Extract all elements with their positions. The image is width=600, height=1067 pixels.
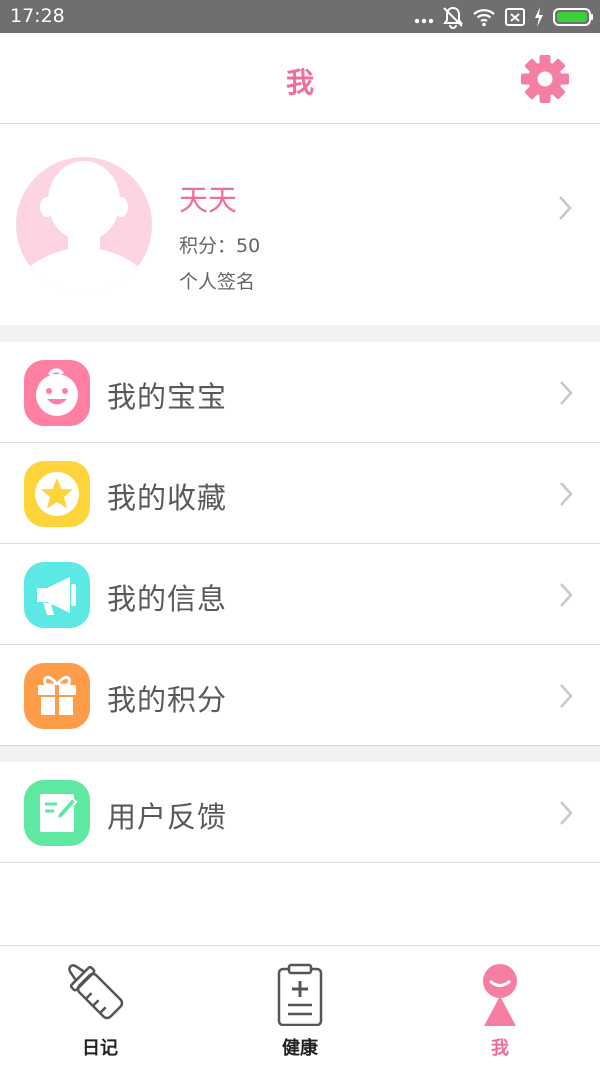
baby-face-icon (24, 360, 90, 426)
profile-card[interactable]: 天天 积分：50 个人签名 (0, 125, 600, 325)
menu-item-label: 我的宝宝 (107, 380, 228, 414)
menu-item-my-favorites[interactable]: 我的收藏 (0, 443, 600, 544)
megaphone-icon (24, 562, 90, 628)
menu-item-label: 我的积分 (107, 683, 228, 717)
battery-icon (552, 5, 594, 29)
menu-item-label: 我的收藏 (107, 481, 228, 515)
tab-label: 我 (491, 1038, 509, 1059)
chevron-right-icon (560, 583, 573, 607)
person-icon (483, 964, 517, 1026)
user-signature: 个人签名 (179, 271, 256, 293)
sim-icon (504, 5, 526, 29)
tab-label: 日记 (82, 1038, 118, 1059)
chevron-right-icon (560, 381, 573, 405)
menu-item-my-points[interactable]: 我的积分 (0, 645, 600, 746)
feedback-note-icon (24, 780, 90, 846)
gear-icon (521, 55, 569, 103)
tab-diary[interactable]: 日记 (0, 946, 200, 1067)
status-bar: 17:28 (0, 0, 600, 33)
mute-icon (442, 5, 464, 29)
status-time: 17:28 (10, 5, 65, 27)
more-dots-icon (414, 5, 434, 29)
menu-item-feedback[interactable]: 用户反馈 (0, 762, 600, 863)
user-name: 天天 (179, 183, 238, 217)
medical-clipboard-icon (277, 963, 323, 1026)
tab-me[interactable]: 我 (400, 946, 600, 1067)
page-title: 我 (285, 66, 314, 99)
tab-health[interactable]: 健康 (200, 946, 400, 1067)
chevron-right-icon (560, 482, 573, 506)
menu-item-my-messages[interactable]: 我的信息 (0, 544, 600, 645)
chevron-right-icon (560, 684, 573, 708)
menu-item-my-baby[interactable]: 我的宝宝 (0, 342, 600, 443)
bottom-tab-bar: 日记 健康 我 (0, 945, 600, 1067)
tab-label: 健康 (282, 1038, 318, 1059)
header: 我 (0, 33, 600, 124)
default-avatar-icon (16, 161, 152, 293)
charging-icon (534, 5, 544, 29)
baby-bottle-icon (68, 964, 124, 1020)
status-icons (414, 5, 594, 29)
menu-item-label: 用户反馈 (107, 800, 228, 834)
avatar[interactable] (16, 157, 152, 293)
user-points: 积分：50 (179, 235, 261, 257)
star-icon (24, 461, 90, 527)
wifi-icon (472, 5, 496, 29)
chevron-right-icon (559, 196, 572, 220)
settings-button[interactable] (519, 53, 571, 105)
section-divider (0, 325, 600, 342)
menu-item-label: 我的信息 (107, 582, 228, 616)
gift-icon (24, 663, 90, 729)
chevron-right-icon (560, 801, 573, 825)
section-divider (0, 746, 600, 762)
